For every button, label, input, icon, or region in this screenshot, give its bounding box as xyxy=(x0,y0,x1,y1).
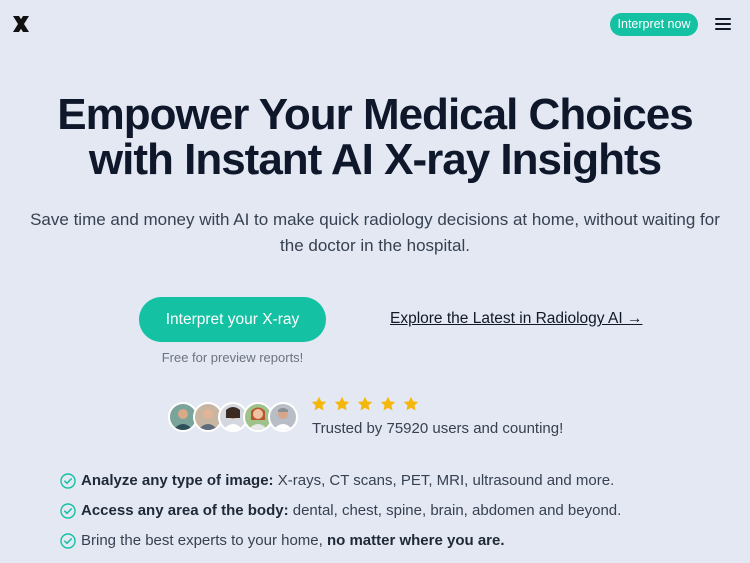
landing-page: Interpret now Empower Your Medical Choic… xyxy=(0,0,750,563)
interpret-now-button[interactable]: Interpret now xyxy=(610,13,698,36)
feature-lead: Bring the best experts to your home, xyxy=(81,532,327,549)
star-icon xyxy=(311,396,327,411)
star-icon xyxy=(403,396,419,411)
check-circle-icon xyxy=(60,503,76,519)
title-line-2: with Instant AI X-ray Insights xyxy=(88,135,662,184)
check-circle-icon xyxy=(60,533,76,549)
free-preview-note: Free for preview reports! xyxy=(161,350,304,365)
page-title: Empower Your Medical Choices with Instan… xyxy=(0,92,750,182)
title-line-1: Empower Your Medical Choices xyxy=(57,90,693,139)
top-header: Interpret now xyxy=(0,0,750,48)
feature-bold: Analyze any type of image: xyxy=(81,472,274,489)
feature-text: Access any area of the body: dental, che… xyxy=(81,502,621,519)
feature-rest: dental, chest, spine, brain, abdomen and… xyxy=(288,502,622,519)
hamburger-menu-icon[interactable] xyxy=(713,16,733,32)
avatar xyxy=(268,402,298,432)
interpret-xray-button[interactable]: Interpret your X-ray xyxy=(139,297,326,342)
list-item: Access any area of the body: dental, che… xyxy=(60,500,740,530)
feature-list: Analyze any type of image: X-rays, CT sc… xyxy=(60,470,740,560)
feature-rest: X-rays, CT scans, PET, MRI, ultrasound a… xyxy=(273,472,615,489)
feature-bold: no matter where you are. xyxy=(326,532,505,549)
star-rating xyxy=(311,396,426,414)
x-logo-icon[interactable] xyxy=(11,14,31,34)
feature-text: Bring the best experts to your home, no … xyxy=(81,532,505,549)
feature-bold: Access any area of the body: xyxy=(81,502,289,519)
star-icon xyxy=(357,396,373,411)
hero-subtitle: Save time and money with AI to make quic… xyxy=(30,210,720,255)
trusted-users-text: Trusted by 75920 users and counting! xyxy=(312,420,564,437)
star-icon xyxy=(334,396,350,411)
list-item: Analyze any type of image: X-rays, CT sc… xyxy=(60,470,740,500)
user-avatars xyxy=(168,402,300,434)
star-icon xyxy=(380,396,396,411)
explore-radiology-link[interactable]: Explore the Latest in Radiology AI → xyxy=(390,310,642,328)
list-item: Bring the best experts to your home, no … xyxy=(60,530,740,560)
feature-text: Analyze any type of image: X-rays, CT sc… xyxy=(81,472,614,489)
check-circle-icon xyxy=(60,473,76,489)
